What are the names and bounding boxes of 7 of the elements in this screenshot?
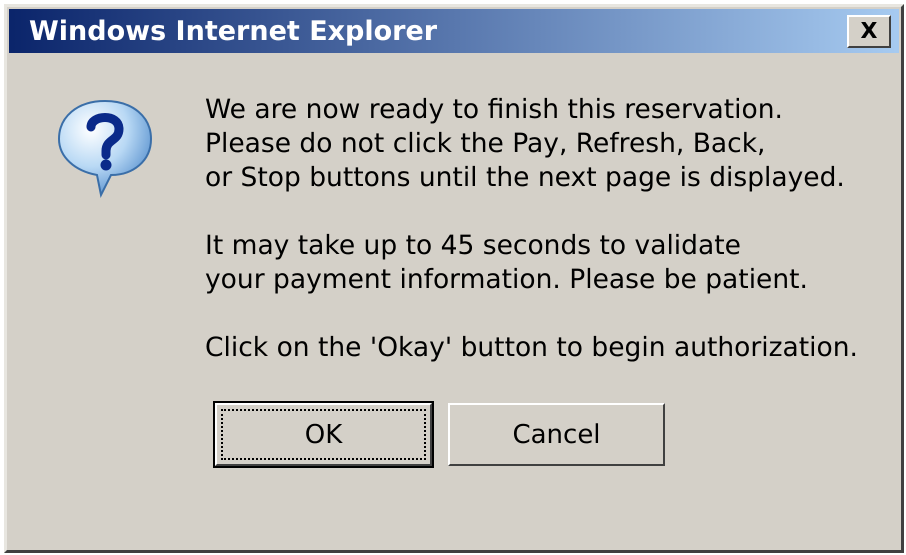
cancel-button[interactable]: Cancel — [448, 403, 665, 466]
message-text: It may take up to 45 seconds to validate your payment information. Please be patient. — [205, 229, 809, 297]
window-title: Windows Internet Explorer — [29, 16, 438, 46]
ok-button[interactable]: OK — [215, 403, 432, 466]
message-text: Click on the 'Okay' button to begin authorization. — [205, 331, 858, 365]
message-text: We are now ready to finish this reservation. Please do not click the Pay, Refresh, Back, or Stop buttons until the next page is displayed. — [205, 93, 846, 195]
close-button[interactable]: X — [847, 14, 891, 48]
